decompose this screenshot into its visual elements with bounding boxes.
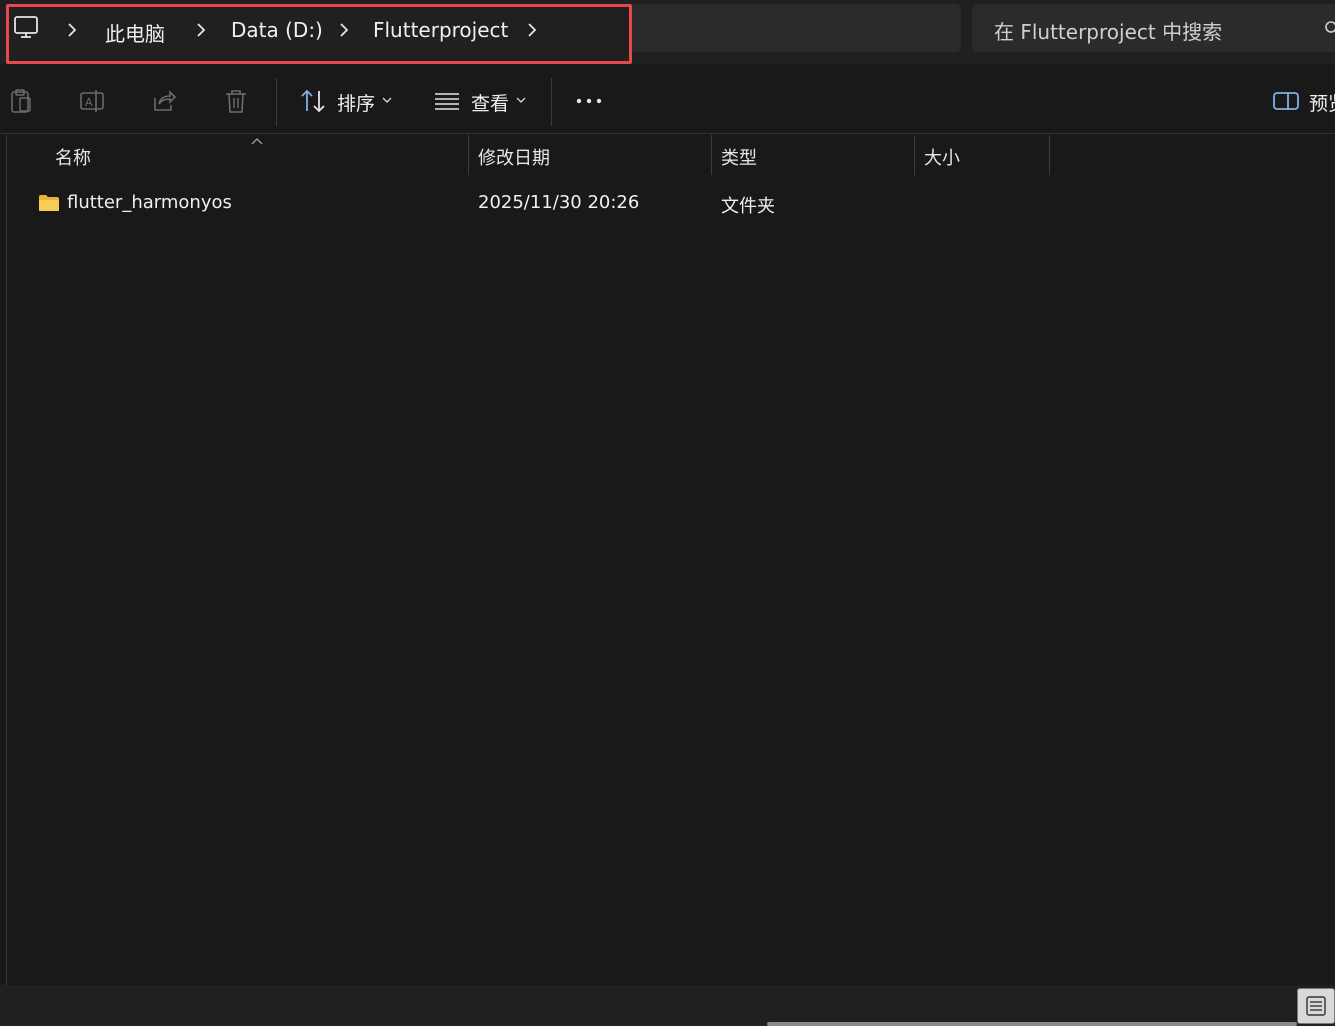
delete-icon[interactable] bbox=[223, 88, 249, 114]
file-name[interactable]: flutter_harmonyos bbox=[67, 192, 232, 213]
chevron-right-icon[interactable] bbox=[196, 22, 206, 38]
preview-button[interactable]: 预览 bbox=[1309, 89, 1335, 116]
rename-icon[interactable]: A bbox=[79, 88, 105, 114]
table-row[interactable]: flutter_harmonyos 2025/11/30 20:26 文件夹 bbox=[8, 184, 1328, 224]
toolbar-separator bbox=[276, 78, 277, 126]
sort-ascending-icon bbox=[251, 138, 263, 145]
column-name[interactable]: 名称 bbox=[55, 135, 91, 175]
column-header: 名称 修改日期 类型 大小 bbox=[0, 135, 1335, 175]
preview-pane-icon[interactable] bbox=[1273, 88, 1299, 114]
chevron-right-icon[interactable] bbox=[67, 22, 77, 38]
command-bar: A 排序 查看 预览 bbox=[0, 66, 1335, 134]
navigation-bar: 此电脑 Data (D:) Flutterproject 在 Flutterpr… bbox=[0, 0, 1335, 64]
file-type: 文件夹 bbox=[721, 196, 775, 217]
sort-icon[interactable] bbox=[300, 88, 326, 114]
search-input[interactable]: 在 Flutterproject 中搜索 bbox=[994, 16, 1222, 45]
file-modified: 2025/11/30 20:26 bbox=[478, 192, 640, 213]
column-type[interactable]: 类型 bbox=[721, 135, 757, 175]
chevron-down-icon[interactable] bbox=[516, 96, 526, 104]
column-divider[interactable] bbox=[711, 135, 712, 175]
chevron-right-icon[interactable] bbox=[339, 22, 349, 38]
chevron-right-icon[interactable] bbox=[527, 22, 537, 38]
list-view-icon bbox=[1306, 996, 1326, 1016]
share-icon[interactable] bbox=[151, 88, 177, 114]
paste-icon[interactable] bbox=[8, 88, 34, 114]
more-icon[interactable] bbox=[576, 88, 602, 114]
breadcrumb-flutterproject[interactable]: Flutterproject bbox=[373, 18, 508, 42]
toolbar-separator bbox=[551, 78, 552, 126]
column-divider[interactable] bbox=[468, 135, 469, 175]
svg-text:A: A bbox=[85, 96, 93, 109]
column-modified[interactable]: 修改日期 bbox=[478, 135, 550, 175]
view-icon[interactable] bbox=[434, 88, 460, 114]
column-divider[interactable] bbox=[914, 135, 915, 175]
search-icon[interactable] bbox=[1324, 20, 1335, 36]
computer-icon[interactable] bbox=[13, 15, 39, 41]
breadcrumb-data-drive[interactable]: Data (D:) bbox=[231, 18, 323, 42]
column-divider[interactable] bbox=[1049, 135, 1050, 175]
horizontal-scrollbar[interactable] bbox=[767, 1022, 1297, 1026]
search-box[interactable]: 在 Flutterproject 中搜索 bbox=[972, 4, 1335, 52]
folder-icon bbox=[39, 195, 59, 211]
view-button[interactable]: 查看 bbox=[471, 89, 509, 116]
status-bar bbox=[0, 985, 1335, 1026]
sort-button[interactable]: 排序 bbox=[337, 89, 375, 116]
details-view-button[interactable] bbox=[1297, 988, 1335, 1024]
column-size[interactable]: 大小 bbox=[924, 135, 960, 175]
address-bar-highlight[interactable]: 此电脑 Data (D:) Flutterproject bbox=[6, 4, 632, 64]
pane-border bbox=[6, 135, 7, 985]
breadcrumb-this-pc[interactable]: 此电脑 bbox=[105, 18, 165, 47]
chevron-down-icon[interactable] bbox=[382, 96, 392, 104]
